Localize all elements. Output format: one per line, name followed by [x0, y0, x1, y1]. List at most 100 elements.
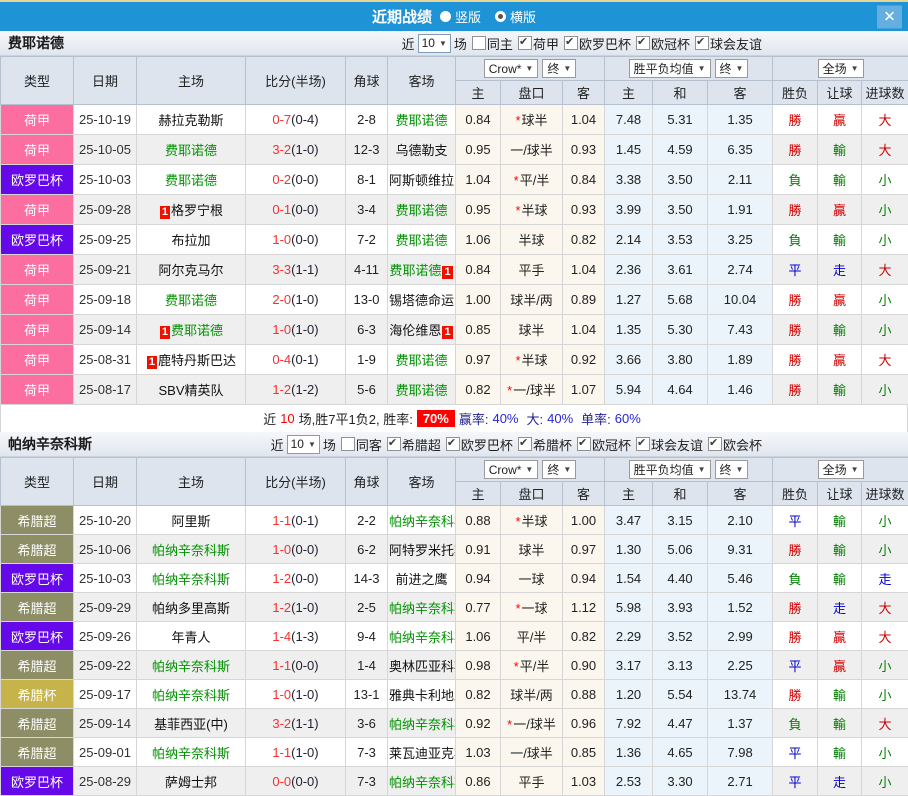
fulltime-score: 1-2 [272, 382, 291, 397]
result-outcome: 平 [773, 651, 818, 680]
avg-draw: 3.50 [653, 165, 708, 195]
match-date: 25-08-29 [74, 767, 137, 796]
sub-header-4: 和 [653, 81, 708, 105]
league-filter-checkbox-2[interactable]: 欧冠杯 [636, 34, 690, 53]
avg-odds-select[interactable]: 胜平负均值 [629, 460, 711, 479]
league-badge: 希腊超 [1, 738, 74, 767]
result-goals: 小 [862, 535, 908, 564]
away-team-name: 费耶诺德 [395, 353, 447, 368]
result-goals: 小 [862, 738, 908, 767]
match-date: 25-09-22 [74, 651, 137, 680]
match-row: 希腊杯25-09-17帕纳辛奈科斯1-0(1-0)13-1雅典卡利地亚0.82球… [1, 680, 908, 709]
card-badge: 1 [160, 206, 170, 219]
league-filter-checkbox-0[interactable]: 希腊超 [387, 435, 441, 454]
card-badge: 1 [442, 326, 452, 339]
checkbox-icon [708, 437, 722, 451]
league-filter-checkbox-2[interactable]: 希腊杯 [518, 435, 572, 454]
sub-header-3: 主 [605, 482, 653, 506]
close-button[interactable] [877, 5, 902, 28]
sub-header-0: 主 [456, 81, 501, 105]
close-icon [883, 8, 896, 26]
home-team-name: 费耶诺德 [171, 323, 223, 338]
radio-horizontal-layout[interactable]: 横版 [495, 7, 536, 26]
avg-home: 1.27 [605, 285, 653, 315]
league-badge: 荷甲 [1, 135, 74, 165]
result-goals: 小 [862, 165, 908, 195]
result-handicap: 輸 [818, 135, 862, 165]
filter-bar: 近10场同主荷甲欧罗巴杯欧冠杯球会友谊 [402, 34, 762, 53]
score: 1-2(1-2) [246, 375, 346, 405]
away-team-name: 帕纳辛奈科斯 [389, 630, 456, 645]
league-filter-checkbox-3[interactable]: 球会友谊 [695, 34, 762, 53]
result-goals: 小 [862, 680, 908, 709]
away-team: 费耶诺德1 [388, 255, 456, 285]
score: 2-0(1-0) [246, 285, 346, 315]
league-filter-checkbox-1[interactable]: 欧罗巴杯 [446, 435, 513, 454]
checkbox-label: 同客 [356, 435, 382, 454]
odds-final-select[interactable]: 终 [542, 59, 576, 78]
league-filter-checkbox-3[interactable]: 欧冠杯 [577, 435, 631, 454]
league-badge: 希腊超 [1, 593, 74, 622]
score: 1-1(0-0) [246, 651, 346, 680]
home-team: SBV精英队 [137, 375, 246, 405]
score: 1-1(0-1) [246, 506, 346, 535]
avg-final-select[interactable]: 终 [715, 59, 749, 78]
col-header-1: 日期 [74, 57, 137, 105]
fulltime-select[interactable]: 全场 [818, 59, 864, 78]
result-outcome: 勝 [773, 535, 818, 564]
avg-final-select[interactable]: 终 [715, 460, 749, 479]
result-goals: 小 [862, 315, 908, 345]
league-filter-checkbox-5[interactable]: 欧会杯 [708, 435, 762, 454]
match-row: 荷甲25-09-281格罗宁根0-1(0-0)3-4费耶诺德0.95半球0.93… [1, 195, 908, 225]
league-badge: 荷甲 [1, 195, 74, 225]
avg-odds-select[interactable]: 胜平负均值 [629, 59, 711, 78]
odds-home: 0.95 [456, 195, 501, 225]
halftime-score: (1-0) [291, 322, 318, 337]
league-filter-checkbox-4[interactable]: 球会友谊 [636, 435, 703, 454]
card-badge: 1 [147, 356, 157, 369]
match-row: 欧罗巴杯25-09-25布拉加1-0(0-0)7-2费耶诺德1.06半球0.82… [1, 225, 908, 255]
results-table: 类型日期主场比分(半场)角球客场Crow*终胜平负均值终全场主盘口客主和客胜负让… [0, 457, 908, 796]
match-row: 欧罗巴杯25-10-03费耶诺德0-2(0-0)8-1阿斯顿维拉1.04平/半0… [1, 165, 908, 195]
handicap: 一球 [501, 593, 563, 622]
result-goals: 大 [862, 593, 908, 622]
odds-company-select[interactable]: Crow* [484, 460, 539, 479]
sub-header-1: 盘口 [501, 81, 563, 105]
team-section-0: 费耶诺德近10场同主荷甲欧罗巴杯欧冠杯球会友谊类型日期主场比分(半场)角球客场C… [0, 31, 908, 432]
avg-home: 1.30 [605, 535, 653, 564]
match-row: 欧罗巴杯25-08-29萨姆士邦0-0(0-0)7-3帕纳辛奈科斯0.86平手1… [1, 767, 908, 796]
avg-away: 1.37 [708, 709, 773, 738]
league-filter-checkbox-0[interactable]: 荷甲 [518, 34, 559, 53]
odds-away: 0.97 [563, 535, 605, 564]
same-venue-checkbox[interactable]: 同客 [341, 435, 382, 454]
result-outcome: 勝 [773, 105, 818, 135]
match-date: 25-10-03 [74, 564, 137, 593]
league-filter-checkbox-1[interactable]: 欧罗巴杯 [564, 34, 631, 53]
away-team: 费耶诺德 [388, 105, 456, 135]
home-team-name: 布拉加 [171, 233, 210, 248]
odds-final-select[interactable]: 终 [542, 460, 576, 479]
summary-stat-value-0: 40% [492, 411, 518, 426]
handicap: 平/半 [501, 165, 563, 195]
result-goals: 大 [862, 622, 908, 651]
col-header-5: 客场 [388, 458, 456, 506]
same-venue-checkbox[interactable]: 同主 [472, 34, 513, 53]
result-outcome: 平 [773, 506, 818, 535]
halftime-score: (1-0) [291, 745, 318, 760]
result-handicap: 贏 [818, 105, 862, 135]
odds-company-select[interactable]: Crow* [484, 59, 539, 78]
fulltime-score: 0-2 [272, 172, 291, 187]
odds-home: 0.88 [456, 506, 501, 535]
match-row: 希腊超25-10-20阿里斯1-1(0-1)2-2帕纳辛奈科斯0.88半球1.0… [1, 506, 908, 535]
fulltime-select[interactable]: 全场 [818, 460, 864, 479]
odds-home: 0.91 [456, 535, 501, 564]
recent-count-select[interactable]: 10 [418, 34, 451, 53]
match-row: 荷甲25-10-19赫拉克勒斯0-7(0-4)2-8费耶诺德0.84球半1.04… [1, 105, 908, 135]
avg-draw: 5.06 [653, 535, 708, 564]
result-handicap: 走 [818, 255, 862, 285]
score: 1-4(1-3) [246, 622, 346, 651]
result-outcome: 勝 [773, 680, 818, 709]
away-team-name: 帕纳辛奈科斯 [389, 601, 456, 616]
recent-count-select[interactable]: 10 [287, 435, 320, 454]
radio-vertical-layout[interactable]: 竖版 [440, 7, 481, 26]
